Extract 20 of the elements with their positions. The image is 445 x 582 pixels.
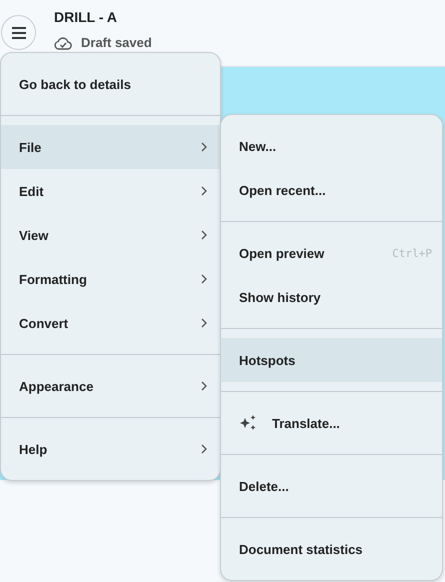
menu-item[interactable]: File: [1, 125, 220, 169]
menu-button[interactable]: [1, 15, 36, 50]
menu-item[interactable]: New...: [221, 124, 442, 168]
cloud-check-icon: [54, 36, 72, 50]
menu-item[interactable]: Translate...: [221, 401, 442, 445]
menu-item[interactable]: Go back to details: [1, 62, 220, 106]
menu-item[interactable]: Help: [1, 427, 220, 471]
menu-item[interactable]: Open recent...: [221, 168, 442, 212]
menu-item[interactable]: Edit: [1, 169, 220, 213]
menu-item[interactable]: Delete...: [221, 464, 442, 508]
menu-item[interactable]: Appearance: [1, 364, 220, 408]
menu-item[interactable]: Show history: [221, 275, 442, 319]
menu-item[interactable]: Hotspots: [221, 338, 442, 382]
menu-item[interactable]: Document statistics: [221, 527, 442, 571]
menu-item[interactable]: View: [1, 213, 220, 257]
document-title: DRILL - A: [54, 9, 118, 25]
menu-icon: [10, 26, 26, 38]
menu-item[interactable]: Convert: [1, 301, 220, 345]
save-status: Draft saved: [81, 35, 152, 50]
menu-item[interactable]: Formatting: [1, 257, 220, 301]
